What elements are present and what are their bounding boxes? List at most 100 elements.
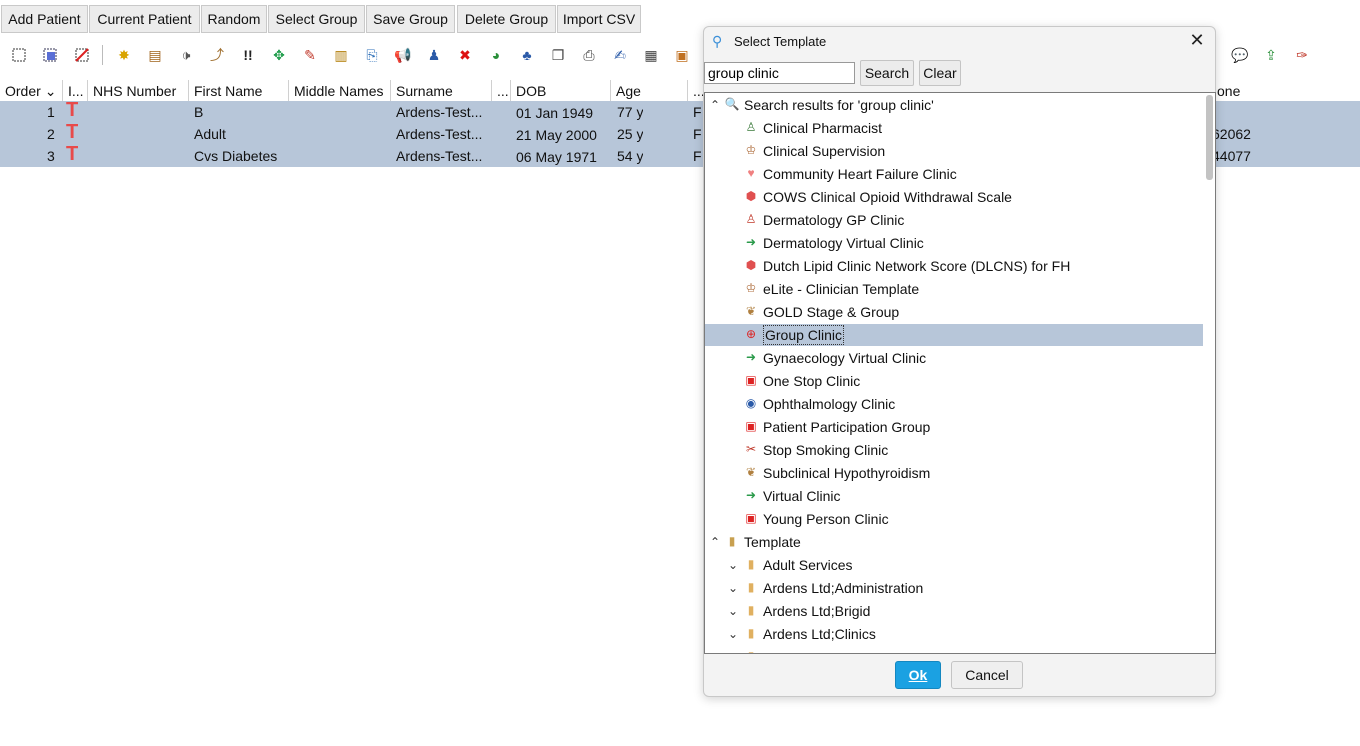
delete-group-button[interactable]: Delete Group <box>457 5 556 33</box>
column-indicator[interactable]: I... <box>63 80 88 102</box>
file-icon[interactable]: ▣ <box>673 46 691 64</box>
column-first-name[interactable]: First Name <box>189 80 289 102</box>
syringe-icon[interactable]: ✑ <box>1293 46 1311 64</box>
random-button[interactable]: Random <box>201 5 267 33</box>
row-surname: Ardens-Test... <box>396 104 483 120</box>
deselect-icon[interactable] <box>73 46 91 64</box>
chevron-down-icon[interactable]: ⌄ <box>726 554 740 576</box>
tree-item[interactable]: ▣ One Stop Clinic <box>705 370 1203 392</box>
tree-item[interactable]: ❦ GOLD Stage & Group <box>705 301 1203 323</box>
row-sex: F <box>693 126 702 142</box>
alert-icon[interactable]: !! <box>239 46 257 64</box>
close-icon[interactable]: ✕ <box>1187 30 1207 51</box>
star-icon[interactable]: ✸ <box>115 46 133 64</box>
column-middle-names[interactable]: Middle Names <box>289 80 391 102</box>
test-flag-icon: T <box>66 101 79 121</box>
document-icon[interactable]: ▦ <box>642 46 660 64</box>
tree-node-label: Template <box>744 534 801 550</box>
tree-item-label: Dermatology Virtual Clinic <box>763 235 924 251</box>
tree-folder[interactable]: ⌄ ▮ Ardens Ltd;Brigid <box>705 600 1203 622</box>
row-dob: 06 May 1971 <box>516 149 597 165</box>
tree-item[interactable]: ♔ eLite - Clinician Template <box>705 278 1203 300</box>
column-age[interactable]: Age <box>611 80 688 102</box>
row-age: 77 y <box>617 104 644 120</box>
column-extra-2[interactable]: ... <box>688 80 704 102</box>
tree-item[interactable]: ⬢ Dutch Lipid Clinic Network Score (DLCNS… <box>705 255 1203 277</box>
select-group-button[interactable]: Select Group <box>268 5 365 33</box>
tree-item[interactable]: ➜ Dermatology Virtual Clinic <box>705 232 1203 254</box>
tree-item[interactable]: ▣ Young Person Clinic <box>705 508 1203 530</box>
current-patient-button[interactable]: Current Patient <box>89 5 200 33</box>
save-group-button[interactable]: Save Group <box>366 5 455 33</box>
search-input[interactable] <box>704 62 855 84</box>
tree-item[interactable]: ➜ Virtual Clinic <box>705 485 1203 507</box>
clear-button[interactable]: Clear <box>919 60 961 86</box>
ok-button[interactable]: Ok <box>895 661 941 689</box>
chevron-down-icon[interactable]: ⌄ <box>726 577 740 599</box>
clinician-icon: ♔ <box>745 281 757 295</box>
scroll-icon[interactable]: ▤ <box>146 46 164 64</box>
cancel-button[interactable]: Cancel <box>951 661 1023 689</box>
tree-item[interactable]: ◉ Ophthalmology Clinic <box>705 393 1203 415</box>
tree-folder[interactable]: ⌄ ▮ Adult Services <box>705 554 1203 576</box>
link-icon[interactable]: ⤴ <box>208 46 226 64</box>
tree-item[interactable]: ➜ Gynaecology Virtual Clinic <box>705 347 1203 369</box>
message-icon[interactable]: 💬 <box>1231 46 1249 64</box>
export-icon[interactable]: ⎘ <box>363 46 381 64</box>
tree-folder[interactable]: ⌄ ▮ Ardens Ltd;Clinics <box>705 623 1203 645</box>
tree-item[interactable]: ❦ Subclinical Hypothyroidism <box>705 462 1203 484</box>
person-icon[interactable]: ♟ <box>425 46 443 64</box>
import-csv-button[interactable]: Import CSV <box>557 5 641 33</box>
row-surname: Ardens-Test... <box>396 126 483 142</box>
tree-item[interactable]: ♙ Dermatology GP Clinic <box>705 209 1203 231</box>
tree-item-label: Community Heart Failure Clinic <box>763 166 957 182</box>
print-icon[interactable]: ⎙ <box>580 46 598 64</box>
folder-icon: ▮ <box>747 557 755 571</box>
ticket-icon[interactable]: ▥ <box>332 46 350 64</box>
announce-icon[interactable]: 📢 <box>394 46 412 64</box>
edit-user-icon[interactable]: ✎ <box>301 46 319 64</box>
tree-folder-partial[interactable]: ▮ <box>705 646 1203 653</box>
tree-item[interactable]: ♔ Clinical Supervision <box>705 140 1203 162</box>
virtual-clinic-icon: ➜ <box>745 488 757 502</box>
tree-item-label: Gynaecology Virtual Clinic <box>763 350 927 366</box>
tree-item[interactable]: ♙ Clinical Pharmacist <box>705 117 1203 139</box>
chart-icon[interactable]: ◕ <box>487 46 505 64</box>
folder-icon: ▮ <box>743 648 759 653</box>
tree-scrollbar[interactable] <box>1206 95 1213 180</box>
cube-icon: ⬢ <box>745 258 757 272</box>
copy-icon[interactable]: ❐ <box>549 46 567 64</box>
delete-icon[interactable]: ✖ <box>456 46 474 64</box>
tree-node-search-results[interactable]: ⌃ 🔍 Search results for 'group clinic' <box>705 94 1203 116</box>
tree-folder[interactable]: ⌄ ▮ Ardens Ltd;Administration <box>705 577 1203 599</box>
move-icon[interactable]: ✥ <box>270 46 288 64</box>
chevron-down-icon[interactable]: ⌄ <box>726 623 740 645</box>
column-phone[interactable]: one <box>1212 80 1360 102</box>
tree-item-label: GOLD Stage & Group <box>763 304 900 320</box>
speaker-icon[interactable]: 🕩 <box>177 46 195 64</box>
search-button[interactable]: Search <box>860 60 914 86</box>
write-icon[interactable]: ✍ <box>611 46 629 64</box>
export-file-icon[interactable]: ⇪ <box>1262 46 1280 64</box>
column-dob[interactable]: DOB <box>511 80 611 102</box>
virtual-clinic-icon: ➜ <box>745 350 757 364</box>
chevron-down-icon[interactable]: ⌄ <box>726 600 740 622</box>
tree-item[interactable]: ♥ Community Heart Failure Clinic <box>705 163 1203 185</box>
tree-item[interactable]: ⬢ COWS Clinical Opioid Withdrawal Scale <box>705 186 1203 208</box>
column-order[interactable]: Order ⌄ <box>0 80 63 102</box>
tree-item[interactable]: ▣ Patient Participation Group <box>705 416 1203 438</box>
column-surname[interactable]: Surname <box>391 80 492 102</box>
tree-item[interactable]: ✂ Stop Smoking Clinic <box>705 439 1203 461</box>
select-all-icon[interactable] <box>10 46 28 64</box>
group-icon[interactable]: ♣ <box>518 46 536 64</box>
select-range-icon[interactable] <box>41 46 59 64</box>
column-extra[interactable]: ... <box>492 80 511 102</box>
tree-item-label: Patient Participation Group <box>763 419 931 435</box>
add-patient-button[interactable]: Add Patient <box>1 5 88 33</box>
column-nhs-number[interactable]: NHS Number <box>88 80 189 102</box>
template-tree[interactable]: ⌃ 🔍 Search results for 'group clinic' ♙ C… <box>704 92 1216 654</box>
chevron-up-icon[interactable]: ⌃ <box>708 94 722 116</box>
tree-node-template[interactable]: ⌃ ▮ Template <box>705 531 1203 553</box>
tree-item-selected[interactable]: ⊕ Group Clinic <box>705 324 1203 346</box>
chevron-up-icon[interactable]: ⌃ <box>708 531 722 553</box>
